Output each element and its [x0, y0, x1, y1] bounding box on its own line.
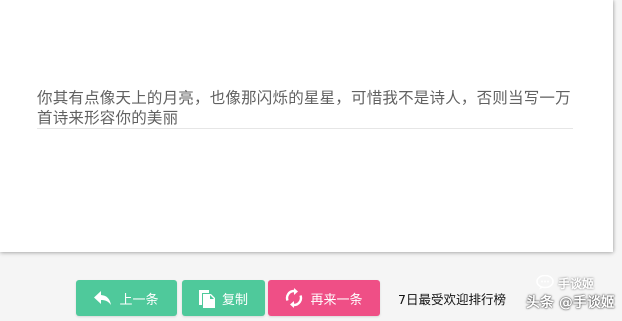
- copy-button-label: 复制: [221, 292, 248, 308]
- watermark-top-text: 手谈姬: [558, 277, 595, 291]
- prev-button-label: 上一条: [119, 292, 159, 308]
- quote-underline: [37, 128, 573, 129]
- watermark: 手谈姬 头条 @手谈姬: [526, 274, 616, 317]
- reply-arrow-icon: [94, 290, 112, 306]
- prev-button[interactable]: 上一条: [76, 280, 177, 316]
- quote-card: 你其有点像天上的月亮，也像那闪烁的星星，可惜我不是诗人，否则当写一万首诗来形容你…: [0, 0, 613, 252]
- watermark-bottom-text: 头条 @手谈姬: [526, 295, 615, 311]
- refresh-icon: [285, 288, 303, 308]
- copy-icon: [198, 288, 215, 308]
- next-button[interactable]: 再来一条: [268, 280, 380, 316]
- next-button-label: 再来一条: [310, 292, 363, 308]
- quote-text: 你其有点像天上的月亮，也像那闪烁的星星，可惜我不是诗人，否则当写一万首诗来形容你…: [37, 89, 571, 127]
- copy-button[interactable]: 复制: [182, 280, 265, 316]
- ranking-link[interactable]: 7日最受欢迎排行榜: [398, 289, 506, 308]
- ranking-label: 7日最受欢迎排行榜: [398, 292, 506, 307]
